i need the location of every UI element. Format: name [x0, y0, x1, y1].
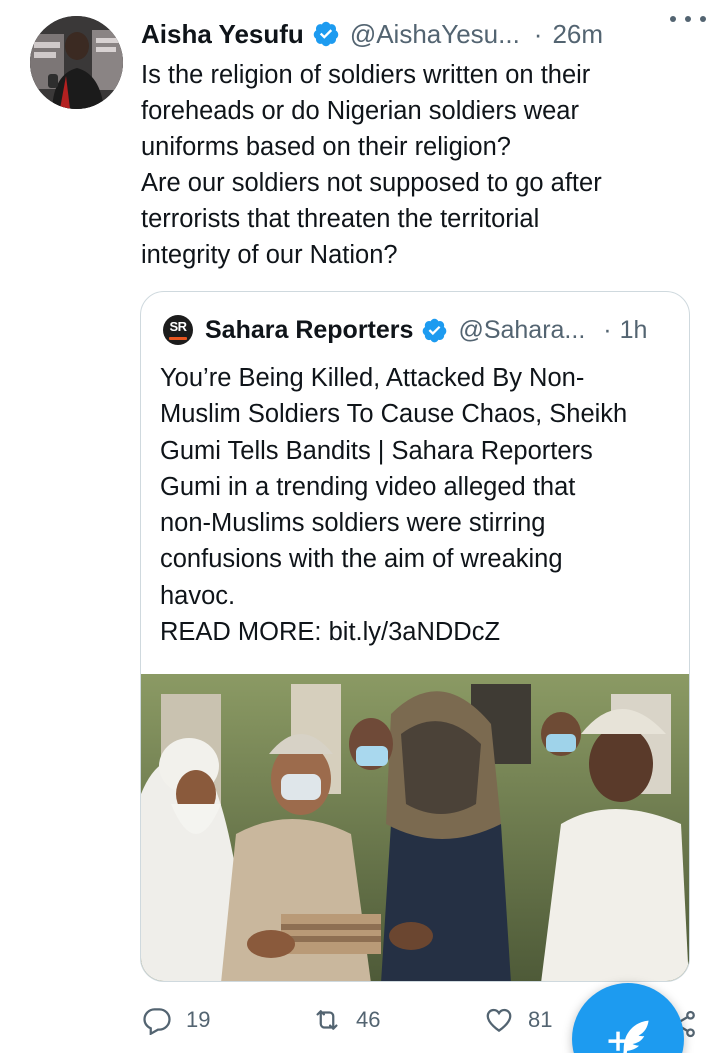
- tweet-text-line: Are our soldiers not supposed to go afte…: [141, 169, 602, 197]
- heart-icon: [486, 1008, 512, 1032]
- quoted-text-line: havoc.: [160, 581, 236, 610]
- photo-image: [141, 674, 689, 981]
- retweet-count: 46: [356, 1007, 381, 1032]
- author-handle[interactable]: @AishaYesu...: [350, 19, 520, 50]
- more-dot: [685, 16, 691, 22]
- compose-tweet-button[interactable]: [572, 983, 684, 1053]
- reply-icon: [143, 1008, 171, 1035]
- tweet-header: Aisha Yesufu @AishaYesu... · 26m: [141, 14, 700, 54]
- like-button[interactable]: 81: [484, 998, 552, 1042]
- logo-bar: [169, 337, 187, 340]
- compose-feather-icon: [608, 1020, 649, 1053]
- quoted-author-handle: @Sahara...: [458, 315, 586, 344]
- author-display-name[interactable]: Aisha Yesufu: [141, 19, 304, 50]
- quoted-author-name: Sahara Reporters: [205, 315, 414, 344]
- tweet-timestamp[interactable]: 26m: [552, 19, 603, 50]
- reply-button[interactable]: 19: [142, 998, 210, 1042]
- tweet-text-line: terrorists that threaten the territorial: [141, 205, 540, 233]
- avatar-image: [30, 16, 123, 109]
- tweet-text-line: integrity of our Nation?: [141, 241, 398, 269]
- quoted-tweet-header: SR Sahara Reporters @Sahara... · 1h: [163, 312, 673, 348]
- more-dot: [670, 16, 676, 22]
- tweet[interactable]: Aisha Yesufu @AishaYesu... · 26m Is the …: [0, 0, 720, 1053]
- separator-dot: ·: [533, 18, 543, 49]
- more-options-icon[interactable]: [670, 4, 706, 34]
- quoted-tweet-timestamp: 1h: [619, 315, 648, 344]
- verified-badge-icon: [313, 21, 339, 47]
- quoted-text-line: Gumi Tells Bandits | Sahara Reporters: [160, 436, 593, 465]
- separator-dot: ·: [603, 315, 612, 344]
- tweet-text-line: uniforms based on their religion?: [141, 133, 511, 161]
- tweet-text: Is the religion of soldiers written on t…: [141, 57, 701, 273]
- tweet-text-line: foreheads or do Nigerian soldiers wear: [141, 97, 579, 125]
- quoted-text-line: You’re Being Killed, Attacked By Non-: [160, 364, 585, 392]
- retweet-button[interactable]: 46: [312, 998, 380, 1042]
- quoted-text-line: confusions with the aim of wreaking: [160, 545, 563, 574]
- quoted-tweet-card[interactable]: SR Sahara Reporters @Sahara... · 1h You’…: [140, 291, 690, 982]
- author-avatar[interactable]: [30, 16, 123, 109]
- sahara-reporters-logo: SR: [163, 315, 193, 345]
- quoted-text-line: non-Muslims soldiers were stirring: [160, 509, 546, 538]
- like-count: 81: [528, 1007, 553, 1032]
- logo-text: SR: [169, 319, 187, 334]
- more-dot: [700, 16, 706, 22]
- quoted-text-line: READ MORE: bit.ly/3aNDDcZ: [160, 618, 501, 647]
- quoted-text-line: Gumi in a trending video alleged that: [160, 472, 576, 501]
- reply-count: 19: [186, 1007, 211, 1032]
- retweet-icon: [316, 1010, 338, 1030]
- quoted-text-line: Muslim Soldiers To Cause Chaos, Sheikh: [160, 400, 628, 429]
- tweet-text-line: Is the religion of soldiers written on t…: [141, 61, 591, 89]
- quoted-tweet-text: You’re Being Killed, Attacked By Non- Mu…: [160, 360, 680, 650]
- quoted-tweet-photo[interactable]: [141, 674, 689, 981]
- verified-badge-icon: [423, 318, 447, 342]
